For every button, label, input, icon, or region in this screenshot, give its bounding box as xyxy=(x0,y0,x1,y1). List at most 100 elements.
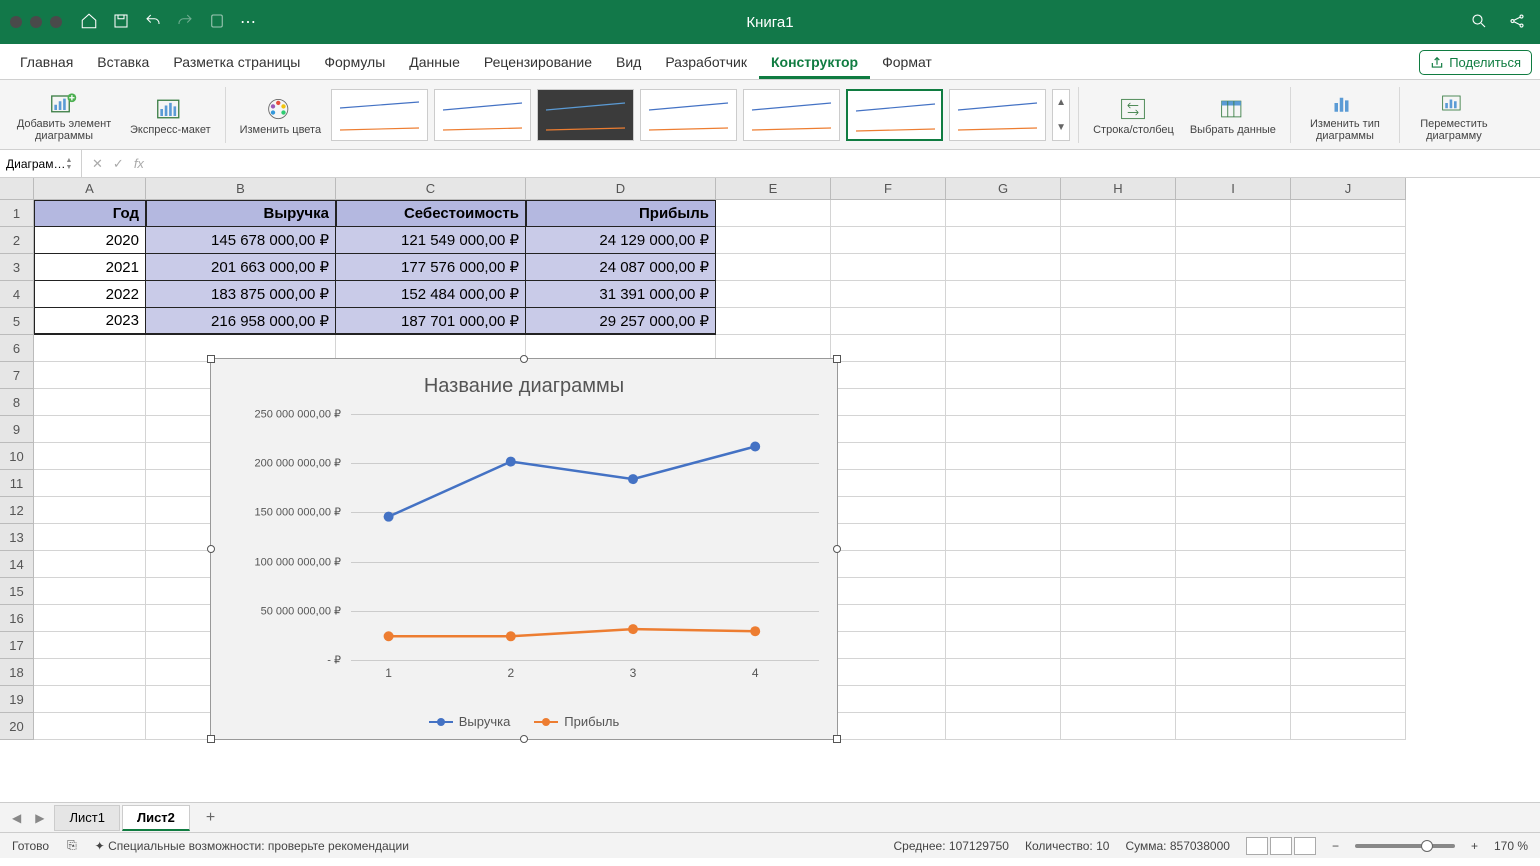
cell[interactable] xyxy=(1291,524,1406,551)
cell[interactable] xyxy=(831,281,946,308)
cell[interactable] xyxy=(831,362,946,389)
cell[interactable]: 216 958 000,00 ₽ xyxy=(146,308,336,335)
chart-legend[interactable]: Выручка Прибыль xyxy=(211,714,837,729)
undo-icon[interactable] xyxy=(144,12,162,33)
cell[interactable] xyxy=(1176,200,1291,227)
cell[interactable] xyxy=(1061,443,1176,470)
resize-handle[interactable] xyxy=(833,545,841,553)
plot-area[interactable]: - ₽50 000 000,00 ₽100 000 000,00 ₽150 00… xyxy=(351,414,819,660)
cell[interactable] xyxy=(946,416,1061,443)
cell[interactable] xyxy=(946,686,1061,713)
tab-главная[interactable]: Главная xyxy=(8,46,85,79)
row-header[interactable]: 7 xyxy=(0,362,34,389)
cell[interactable] xyxy=(1291,713,1406,740)
row-header[interactable]: 2 xyxy=(0,227,34,254)
close-icon[interactable] xyxy=(10,16,22,28)
more-icon[interactable]: ⋯ xyxy=(240,12,256,32)
zoom-level[interactable]: 170 % xyxy=(1494,839,1528,853)
cell[interactable] xyxy=(1291,308,1406,335)
row-header[interactable]: 11 xyxy=(0,470,34,497)
row-header[interactable]: 19 xyxy=(0,686,34,713)
cell[interactable] xyxy=(831,254,946,281)
cell[interactable]: 24 129 000,00 ₽ xyxy=(526,227,716,254)
cell[interactable] xyxy=(1061,200,1176,227)
cell[interactable] xyxy=(1061,281,1176,308)
cell[interactable] xyxy=(1061,227,1176,254)
cell[interactable]: Год xyxy=(34,200,146,227)
name-box[interactable]: Диаграм… ▲▼ xyxy=(0,150,82,177)
tab-формулы[interactable]: Формулы xyxy=(312,46,397,79)
home-icon[interactable] xyxy=(80,12,98,33)
cell[interactable] xyxy=(946,659,1061,686)
cell[interactable] xyxy=(1291,335,1406,362)
confirm-icon[interactable]: ✓ xyxy=(113,156,124,172)
cell[interactable] xyxy=(946,389,1061,416)
sheet-tab[interactable]: Лист2 xyxy=(122,805,190,831)
cell[interactable] xyxy=(1291,578,1406,605)
row-header[interactable]: 16 xyxy=(0,605,34,632)
cell[interactable] xyxy=(831,686,946,713)
cell[interactable] xyxy=(831,659,946,686)
cell[interactable] xyxy=(831,443,946,470)
cell[interactable] xyxy=(946,713,1061,740)
cell[interactable] xyxy=(1176,416,1291,443)
cell[interactable] xyxy=(34,632,146,659)
cell[interactable] xyxy=(946,227,1061,254)
cell[interactable] xyxy=(34,416,146,443)
cell[interactable] xyxy=(1176,713,1291,740)
row-header[interactable]: 14 xyxy=(0,551,34,578)
sheet-nav-next[interactable]: ▶ xyxy=(31,811,48,825)
cell[interactable] xyxy=(1291,281,1406,308)
column-header[interactable]: B xyxy=(146,178,336,200)
cell[interactable] xyxy=(1176,497,1291,524)
cell[interactable] xyxy=(831,470,946,497)
cell[interactable] xyxy=(34,551,146,578)
fx-icon[interactable]: fx xyxy=(134,156,144,171)
cell[interactable] xyxy=(946,443,1061,470)
cell[interactable] xyxy=(34,686,146,713)
resize-handle[interactable] xyxy=(207,735,215,743)
cell[interactable] xyxy=(831,308,946,335)
cell[interactable] xyxy=(1176,470,1291,497)
cell[interactable] xyxy=(1291,389,1406,416)
cell[interactable]: 2020 xyxy=(34,227,146,254)
tab-рецензирование[interactable]: Рецензирование xyxy=(472,46,604,79)
cell[interactable] xyxy=(1176,335,1291,362)
cell[interactable]: 177 576 000,00 ₽ xyxy=(336,254,526,281)
search-icon[interactable] xyxy=(1470,12,1488,33)
resize-handle[interactable] xyxy=(207,545,215,553)
cell[interactable] xyxy=(1061,362,1176,389)
column-header[interactable]: H xyxy=(1061,178,1176,200)
cell[interactable] xyxy=(1061,713,1176,740)
row-header[interactable]: 20 xyxy=(0,713,34,740)
cell[interactable] xyxy=(716,308,831,335)
row-header[interactable]: 3 xyxy=(0,254,34,281)
cell[interactable] xyxy=(946,578,1061,605)
column-header[interactable]: I xyxy=(1176,178,1291,200)
cell[interactable] xyxy=(1176,632,1291,659)
sheet-nav-prev[interactable]: ◀ xyxy=(8,811,25,825)
cell[interactable]: 29 257 000,00 ₽ xyxy=(526,308,716,335)
cell[interactable] xyxy=(831,497,946,524)
cell[interactable] xyxy=(1176,443,1291,470)
tab-разработчик[interactable]: Разработчик xyxy=(653,46,759,79)
row-header[interactable]: 4 xyxy=(0,281,34,308)
quick-layout-button[interactable]: Экспресс-макет xyxy=(124,94,217,136)
cell[interactable] xyxy=(1176,281,1291,308)
cell[interactable] xyxy=(831,632,946,659)
cell[interactable]: 121 549 000,00 ₽ xyxy=(336,227,526,254)
cell[interactable] xyxy=(34,497,146,524)
cell[interactable] xyxy=(831,524,946,551)
cell[interactable] xyxy=(1291,254,1406,281)
cell[interactable] xyxy=(716,227,831,254)
cell[interactable] xyxy=(831,713,946,740)
cell[interactable] xyxy=(1176,254,1291,281)
cell[interactable] xyxy=(1176,551,1291,578)
cell[interactable] xyxy=(946,470,1061,497)
cell[interactable] xyxy=(946,200,1061,227)
cell[interactable]: Прибыль xyxy=(526,200,716,227)
cell[interactable] xyxy=(716,254,831,281)
chart-styles-gallery[interactable]: ▲▼ xyxy=(331,89,1070,141)
cell[interactable] xyxy=(1176,578,1291,605)
cell[interactable] xyxy=(1061,335,1176,362)
